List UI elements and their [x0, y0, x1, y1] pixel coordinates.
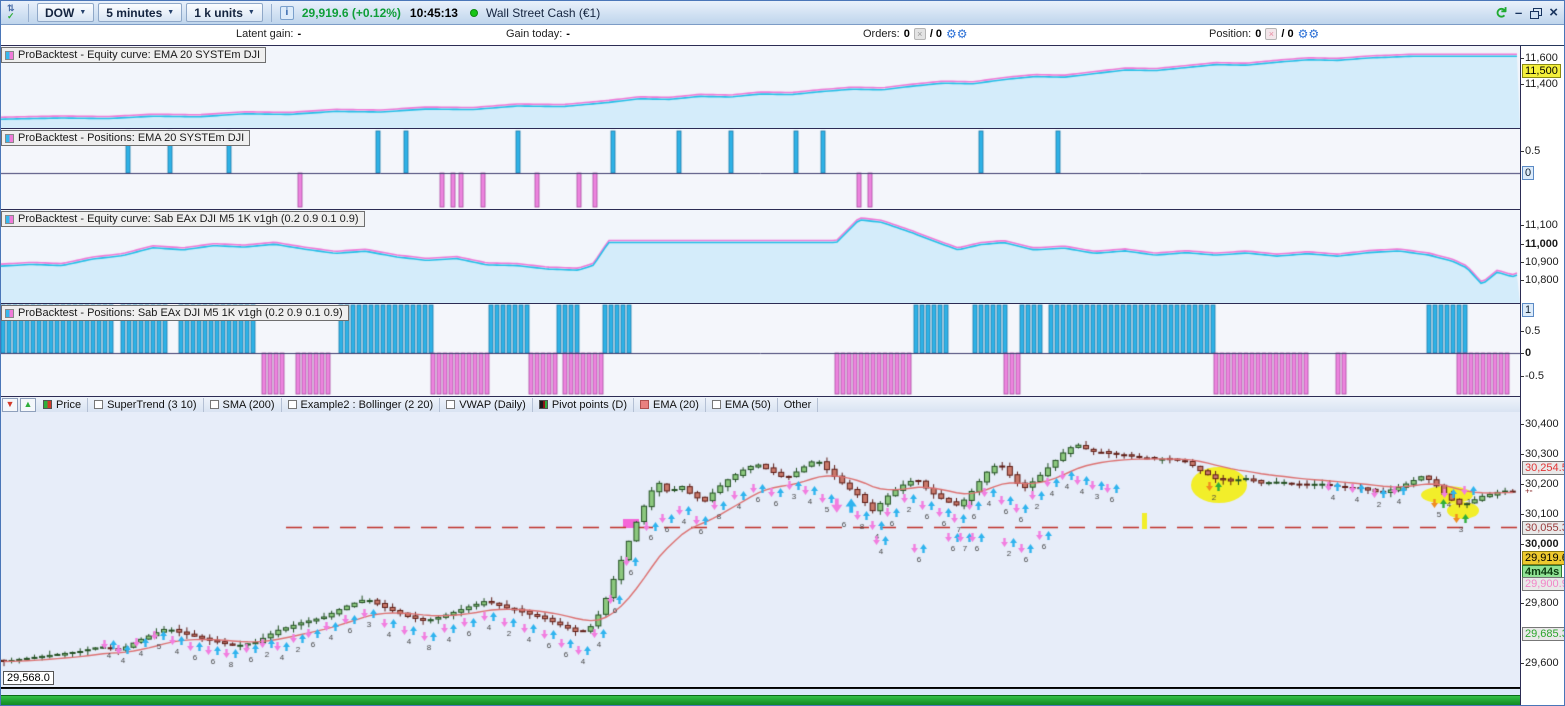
checkbox-icon[interactable]: [287, 400, 297, 409]
session-low-label: 29,568.0: [3, 671, 54, 685]
checkbox-icon[interactable]: [94, 400, 104, 409]
divider: [28, 3, 29, 22]
legend-item-other[interactable]: Other: [778, 397, 819, 412]
legend-item-price[interactable]: Price: [37, 397, 89, 412]
axis-label: 0: [1521, 347, 1531, 359]
timeline-scrollbar[interactable]: [1, 695, 1520, 705]
axis-label: 30,055.3: [1522, 521, 1564, 535]
indicator-color-icon: [5, 50, 14, 60]
axis-label: 30,254.5: [1522, 461, 1564, 475]
orders-settings-icon[interactable]: ⚙⚙: [946, 28, 968, 40]
toolbar: ⇅ ✓ DOW ▼ 5 minutes ▼ 1 k units ▼ i 29,919.6…: [1, 1, 1564, 25]
position-settings-icon[interactable]: ⚙⚙: [1298, 28, 1320, 40]
axis-label: -0.5: [1521, 370, 1544, 382]
cancel-orders-icon[interactable]: ×: [913, 28, 926, 40]
orders-summary: Orders: 0 × / 0 ⚙⚙: [863, 27, 968, 41]
checkbox-icon[interactable]: [446, 400, 456, 409]
axis-label: 30,100: [1521, 508, 1559, 520]
legend-item-label: EMA (20): [653, 398, 699, 411]
legend-item-label: Other: [783, 398, 812, 411]
checkbox-icon[interactable]: [209, 400, 219, 409]
chevron-down-icon: ▼: [167, 9, 175, 16]
legend-item-label: SuperTrend (3 10): [107, 398, 197, 411]
panel-title-equity-2[interactable]: ProBacktest - Equity curve: Sab EAx DJI …: [1, 211, 365, 227]
add-indicator-button[interactable]: ▲: [20, 397, 36, 412]
chevron-down-icon: ▼: [79, 9, 87, 16]
quote-time: 10:45:13: [409, 5, 458, 20]
legend-item-pivot-points-d[interactable]: Pivot points (D): [533, 397, 635, 412]
symbol-selector[interactable]: DOW ▼: [37, 3, 95, 22]
legend-item-label: EMA (50): [724, 398, 771, 411]
feed-status-icon: [469, 8, 478, 17]
remove-indicator-button[interactable]: ▼: [2, 397, 18, 412]
axis-label: 29,800: [1521, 597, 1559, 609]
latent-gain: Latent gain: -: [236, 28, 302, 40]
price-chart[interactable]: [1, 412, 1520, 687]
legend-item-vwap-daily[interactable]: VWAP (Daily): [440, 397, 533, 412]
axis-label: 1: [1522, 303, 1535, 317]
axis-label: 0.5: [1521, 325, 1540, 337]
axis-label: 0: [1522, 166, 1535, 180]
status-row: Latent gain: - Gain today: - Orders: 0 × / …: [1, 25, 1564, 46]
trading-platform-window: ⇅ ✓ DOW ▼ 5 minutes ▼ 1 k units ▼ i 29,919.6…: [0, 0, 1565, 706]
legend-item-ema-20[interactable]: EMA (20): [634, 397, 706, 412]
legend-item-label: SMA (200): [222, 398, 275, 411]
axis-label: 30,300: [1521, 448, 1559, 460]
legend-item-label: VWAP (Daily): [459, 398, 526, 411]
divider: [270, 3, 272, 22]
legend-item-label: Pivot points (D): [551, 398, 628, 411]
pivot-icon: [538, 400, 548, 409]
feed-name: Wall Street Cash (€1): [485, 5, 601, 20]
indicator-color-icon: [5, 308, 14, 318]
close-button[interactable]: ×: [1549, 5, 1558, 20]
axis-label: 30,400: [1521, 418, 1559, 430]
legend-item-sma-200[interactable]: SMA (200): [204, 397, 282, 412]
legend-item-example2-bollinger-2-20[interactable]: Example2 : Bollinger (2 20): [282, 397, 441, 412]
axis-label: 29,900.9: [1522, 577, 1564, 591]
timeframe-selector[interactable]: 5 minutes ▼: [98, 3, 183, 22]
time-axis-strip: [1, 688, 1520, 695]
axis-label: 11,000: [1521, 238, 1558, 250]
minimize-button[interactable]: –: [1515, 6, 1522, 19]
order-marker: +▫: [1525, 486, 1533, 496]
panel-title-positions-1[interactable]: ProBacktest - Positions: EMA 20 SYSTEm D…: [1, 130, 251, 146]
refresh-icon[interactable]: ↻: [1492, 6, 1509, 19]
units-selector[interactable]: 1 k units ▼: [186, 3, 263, 22]
panel-title-positions-2[interactable]: ProBacktest - Positions: Sab EAx DJI M5 …: [1, 305, 349, 321]
last-price: 29,919.6 (+0.12%): [301, 5, 401, 20]
restore-button[interactable]: [1530, 7, 1543, 19]
axis-label: 29,919.6: [1522, 551, 1564, 565]
panel-title-equity-1[interactable]: ProBacktest - Equity curve: EMA 20 SYSTE…: [1, 47, 267, 63]
indicator-color-icon: [5, 214, 14, 224]
instrument-list-icon[interactable]: ⇅ ✓: [5, 3, 20, 22]
axis-label: 11,500: [1522, 64, 1561, 78]
legend-item-supertrend-3-10[interactable]: SuperTrend (3 10): [88, 397, 204, 412]
axis-label: 10,900: [1521, 256, 1559, 268]
ema20-icon: [640, 400, 650, 409]
position-summary: Position: 0 × / 0 ⚙⚙: [1209, 27, 1320, 41]
indicator-color-icon: [5, 133, 14, 143]
axis-label: 0.5: [1521, 145, 1540, 157]
axis-label: 30,000: [1521, 538, 1559, 550]
axis-label: 11,400: [1521, 78, 1558, 90]
indicator-legend: ▼ ▲ Price SuperTrend (3 10) SMA (200) Examp…: [1, 396, 1520, 412]
close-position-icon[interactable]: ×: [1265, 28, 1278, 40]
legend-item-label: Price: [56, 398, 82, 411]
checkbox-icon[interactable]: [711, 400, 721, 409]
chevron-down-icon: ▼: [247, 9, 255, 16]
axis-label: 11,100: [1521, 219, 1558, 231]
price-icon: [43, 400, 52, 409]
axis-label: 29,600: [1521, 657, 1559, 669]
price-axis[interactable]: 11,600 11,500 11,400 0.5 0 11,100 11,000 10,900…: [1520, 46, 1564, 705]
axis-label: 10,800: [1521, 274, 1559, 286]
legend-item-label: Example2 : Bollinger (2 20): [300, 398, 434, 411]
info-icon[interactable]: i: [279, 5, 294, 20]
axis-label: 11,600: [1521, 52, 1558, 64]
legend-item-ema-50[interactable]: EMA (50): [706, 397, 778, 412]
gain-today: Gain today: -: [506, 28, 570, 40]
axis-label: 29,685.3: [1522, 627, 1564, 641]
